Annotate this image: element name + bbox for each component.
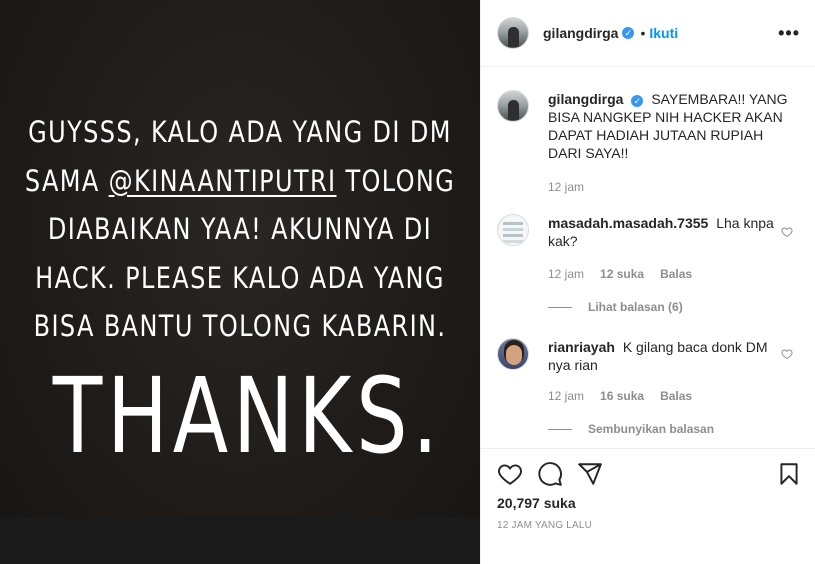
story-line: BISA BANTU TOLONG KABARIN. xyxy=(33,309,447,343)
likes-count[interactable]: 20,797 suka xyxy=(497,495,576,511)
heart-icon[interactable] xyxy=(497,461,523,487)
comment-username[interactable]: masadah.masadah.7355 xyxy=(548,215,708,231)
verified-icon: ✓ xyxy=(622,27,635,39)
replies-label: Lihat balasan (6) xyxy=(588,300,683,314)
view-replies-button[interactable]: Lihat balasan (6) xyxy=(548,300,683,314)
comment-body: masadah.masadah.7355 Lha knpa kak? xyxy=(548,214,788,250)
post-image[interactable]: GUYSSS, KALO ADA YANG DI DM SAMA @KINAAN… xyxy=(0,0,480,564)
caption-body: gilangdirga ✓ SAYEMBARA!! YANG BISA NANGK… xyxy=(548,90,788,162)
mention-link: @KINAANTIPUTRI xyxy=(108,163,337,198)
story-word: TOLONG xyxy=(345,163,456,198)
follow-button[interactable]: Ikuti xyxy=(649,25,678,41)
reply-button[interactable]: Balas xyxy=(660,267,692,281)
hide-replies-button[interactable]: Sembunyikan balasan xyxy=(548,422,714,436)
comment-body: rianriayah K gilang baca donk DM nya ria… xyxy=(548,338,788,374)
story-text: GUYSSS, KALO ADA YANG DI DM SAMA @KINAAN… xyxy=(19,108,461,351)
thanks-text: THANKS. xyxy=(52,355,443,477)
caption-username[interactable]: gilangdirga xyxy=(548,91,623,107)
comment-icon[interactable] xyxy=(537,461,563,487)
header-user: gilangdirga ✓ • Ikuti xyxy=(543,25,678,41)
comment-meta: 12 jam 16 suka Balas xyxy=(548,389,692,403)
avatar[interactable] xyxy=(497,338,529,370)
replies-label: Sembunyikan balasan xyxy=(588,422,715,436)
comment-meta: 12 jam 12 suka Balas xyxy=(548,267,692,281)
comment-likes[interactable]: 12 suka xyxy=(600,267,644,281)
share-icon[interactable] xyxy=(577,461,603,487)
like-comment-icon[interactable] xyxy=(781,226,793,238)
replies-line xyxy=(548,306,572,308)
image-bottom-strip xyxy=(0,517,480,564)
comment-username[interactable]: rianriayah xyxy=(548,339,615,355)
story-line: GUYSSS, KALO ADA YANG DI DM xyxy=(28,115,452,149)
story-line: HACK. PLEASE KALO ADA YANG xyxy=(35,260,445,295)
comments-list[interactable]: gilangdirga ✓ SAYEMBARA!! YANG BISA NANGK… xyxy=(481,68,815,448)
more-options-icon[interactable]: ••• xyxy=(778,24,800,42)
caption-time[interactable]: 12 jam xyxy=(548,180,584,194)
story-line: SAMA @KINAANTIPUTRI TOLONG xyxy=(19,157,461,206)
post-sidebar: gilangdirga ✓ • Ikuti ••• gilangdirga ✓ S… xyxy=(480,0,815,564)
post-time[interactable]: 12 JAM YANG LALU xyxy=(497,520,592,531)
avatar[interactable] xyxy=(497,90,529,122)
verified-icon: ✓ xyxy=(631,95,644,107)
caption-meta: 12 jam xyxy=(548,180,584,194)
comment-time[interactable]: 12 jam xyxy=(548,267,584,281)
header-username[interactable]: gilangdirga xyxy=(543,25,618,41)
bookmark-icon[interactable] xyxy=(776,461,802,487)
comment-likes[interactable]: 16 suka xyxy=(600,389,644,403)
comment-time[interactable]: 12 jam xyxy=(548,389,584,403)
reply-button[interactable]: Balas xyxy=(660,389,692,403)
like-comment-icon[interactable] xyxy=(781,348,793,360)
story-word: SAMA xyxy=(24,163,100,198)
action-bar: 20,797 suka 12 JAM YANG LALU xyxy=(481,448,815,564)
separator-dot: • xyxy=(640,25,646,41)
post-header: gilangdirga ✓ • Ikuti ••• xyxy=(481,0,815,67)
story-line: DIABAIKAN YAA! AKUNNYA DI xyxy=(47,212,433,246)
replies-line xyxy=(548,428,572,430)
avatar[interactable] xyxy=(497,17,529,49)
avatar[interactable] xyxy=(497,214,529,246)
